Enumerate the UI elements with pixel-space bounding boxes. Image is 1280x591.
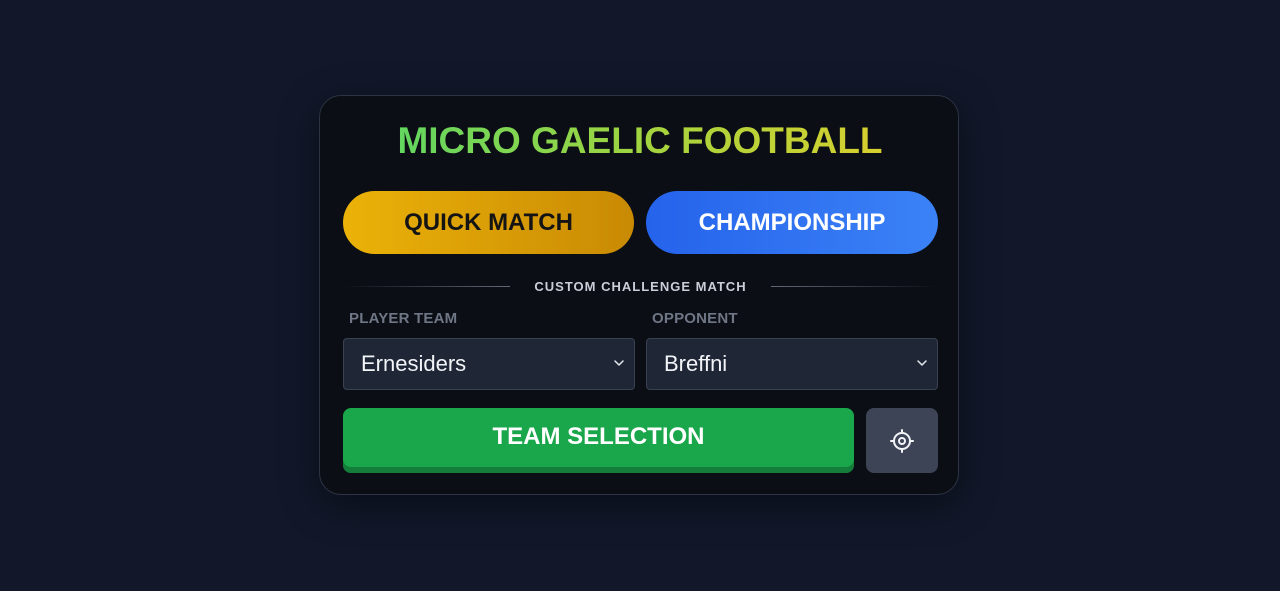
chevron-down-icon (917, 360, 927, 366)
player-team-label: PLAYER TEAM (349, 310, 458, 327)
opponent-label: OPPONENT (652, 310, 738, 327)
player-team-select[interactable]: Ernesiders (343, 338, 635, 390)
chevron-down-icon (614, 360, 624, 366)
opponent-value: Breffni (664, 351, 728, 376)
team-selection-button[interactable]: TEAM SELECTION (343, 408, 854, 473)
opponent-select[interactable]: Breffni (646, 338, 938, 390)
custom-match-heading: CUSTOM CHALLENGE MATCH (534, 278, 747, 294)
player-team-value: Ernesiders (361, 351, 467, 376)
main-menu-card: MICRO GAELIC FOOTBALL QUICK MATCH CHAMPI… (319, 95, 959, 495)
settings-button[interactable] (866, 408, 938, 473)
championship-button[interactable]: CHAMPIONSHIP (646, 191, 938, 254)
divider-line-right (770, 285, 938, 287)
gear-icon (890, 428, 914, 453)
custom-match-divider: CUSTOM CHALLENGE MATCH (343, 276, 938, 296)
divider-line-left (343, 285, 511, 287)
quick-match-button[interactable]: QUICK MATCH (343, 191, 634, 254)
game-title: MICRO GAELIC FOOTBALL (320, 120, 960, 162)
